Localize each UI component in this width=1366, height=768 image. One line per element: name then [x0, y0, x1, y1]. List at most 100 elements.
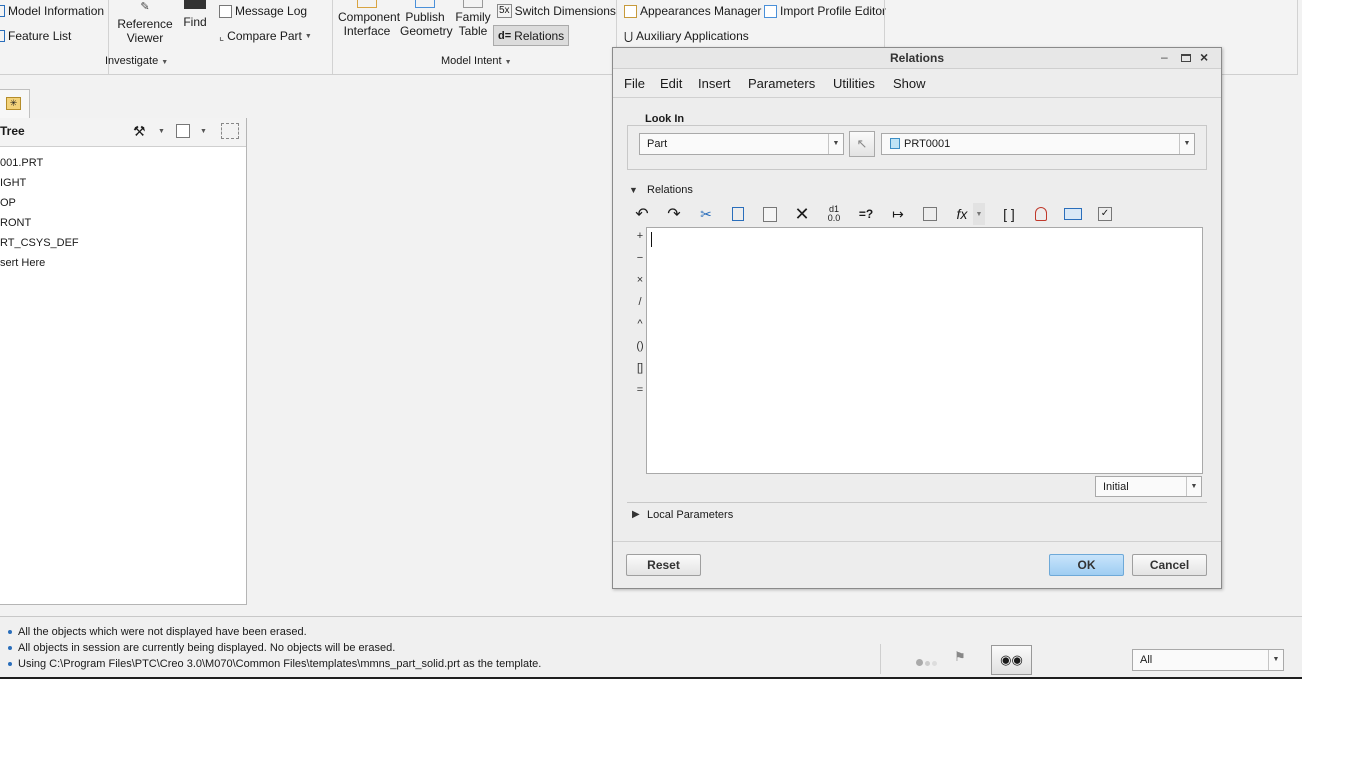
auxiliary-applications-button[interactable]: ⋃ Auxiliary Applications — [624, 29, 749, 43]
operator-minus[interactable]: − — [633, 252, 647, 264]
dialog-title-bar[interactable]: Relations – × — [613, 48, 1221, 69]
compare-part-label: Compare Part — [227, 29, 302, 43]
ribbon-divider — [332, 0, 333, 74]
compare-part-icon: ⌞ — [219, 30, 225, 43]
verify-relations-icon[interactable]: ✓ — [1093, 203, 1117, 225]
show-dimension-icon[interactable] — [918, 203, 942, 225]
function-icon[interactable]: fx — [950, 203, 974, 225]
cut-icon[interactable]: ✂ — [694, 203, 718, 225]
feature-list-button[interactable]: Feature List — [0, 29, 71, 43]
message-line: All the objects which were not displayed… — [8, 626, 307, 638]
settings-icon[interactable]: ⚒ — [133, 123, 146, 140]
menu-utilities[interactable]: Utilities — [833, 76, 875, 91]
component-interface-button[interactable]: Component Interface — [338, 0, 401, 38]
import-profile-editor-button[interactable]: Import Profile Editor — [764, 4, 886, 18]
folder-browser-tab[interactable]: ✳ — [0, 89, 30, 118]
relations-button[interactable]: d= Relations — [493, 25, 570, 46]
look-in-type-dropdown[interactable]: Part ▼ — [639, 133, 844, 155]
close-icon[interactable]: × — [1200, 49, 1208, 65]
import-profile-editor-label: Import Profile Editor — [780, 4, 887, 18]
compare-part-button[interactable]: ⌞ Compare Part ▼ — [219, 29, 312, 43]
sort-relations-icon[interactable] — [1061, 203, 1085, 225]
paste-icon[interactable] — [758, 203, 782, 225]
maximize-icon[interactable] — [1181, 54, 1191, 62]
tree-item-top[interactable]: OP — [0, 197, 16, 209]
reset-button[interactable]: Reset — [626, 554, 701, 576]
local-parameters-label[interactable]: Local Parameters — [647, 509, 733, 521]
find-button[interactable]: Find — [180, 0, 210, 29]
operator-equals[interactable]: = — [633, 384, 647, 396]
look-in-label: Look In — [641, 113, 689, 125]
reference-viewer-button[interactable]: ✎ Reference Viewer — [116, 0, 174, 45]
bullet-icon — [8, 646, 12, 651]
chevron-down-icon: ▼ — [1179, 134, 1194, 154]
operator-brackets[interactable]: [] — [633, 362, 647, 374]
minimize-icon[interactable]: – — [1161, 50, 1168, 64]
component-interface-label-1: Component — [338, 10, 401, 24]
tree-item-right[interactable]: IGHT — [0, 177, 26, 189]
bullet-icon — [8, 630, 12, 635]
model-tree-panel — [0, 118, 247, 605]
operator-multiply[interactable]: × — [633, 274, 647, 286]
tree-filter-icon[interactable] — [221, 123, 239, 139]
look-in-model-dropdown[interactable]: PRT0001 ▼ — [881, 133, 1195, 155]
operator-power[interactable]: ^ — [633, 318, 647, 330]
message-log-icon — [219, 4, 232, 18]
menu-edit[interactable]: Edit — [660, 76, 682, 91]
publish-geometry-button[interactable]: Publish Geometry — [400, 0, 453, 38]
status-divider — [880, 644, 881, 674]
delete-icon[interactable]: ✕ — [790, 203, 814, 225]
chevron-down-icon[interactable]: ▼ — [200, 128, 207, 135]
menu-file[interactable]: File — [624, 76, 645, 91]
select-pointer-button[interactable]: ↖ — [849, 131, 875, 157]
list-icon — [0, 30, 5, 42]
evaluate-icon[interactable]: =? — [854, 203, 878, 225]
operator-divide[interactable]: / — [633, 296, 647, 308]
dimension-icon[interactable]: ↦ — [886, 203, 910, 225]
appearances-manager-button[interactable]: Appearances Manager — [624, 4, 761, 18]
tree-item-insert-here[interactable]: sert Here — [0, 257, 45, 269]
ok-button[interactable]: OK — [1049, 554, 1124, 576]
tree-item-csys[interactable]: RT_CSYS_DEF — [0, 237, 79, 249]
collapse-triangle-icon[interactable]: ▼ — [629, 185, 638, 195]
insert-number-icon[interactable]: d1 0.0 — [822, 203, 846, 225]
menu-parameters[interactable]: Parameters — [748, 76, 815, 91]
model-intent-group-label[interactable]: Model Intent ▼ — [441, 55, 512, 67]
appearances-manager-label: Appearances Manager — [640, 4, 762, 18]
family-table-label-2: Table — [458, 24, 488, 38]
find-label: Find — [183, 15, 207, 29]
cancel-button[interactable]: Cancel — [1132, 554, 1207, 576]
message-log-button[interactable]: Message Log — [219, 4, 307, 18]
chevron-down-icon[interactable]: ▼ — [158, 128, 165, 135]
undo-icon[interactable]: ↶ — [630, 203, 654, 225]
operator-plus[interactable]: + — [633, 230, 647, 242]
unit-sensitive-icon[interactable] — [1029, 203, 1053, 225]
chevron-down-icon[interactable]: ▼ — [973, 203, 985, 225]
menu-divider — [613, 97, 1221, 98]
menu-show[interactable]: Show — [893, 76, 926, 91]
text-cursor — [651, 232, 652, 247]
brackets-icon[interactable]: [ ] — [997, 203, 1021, 225]
tree-item-front[interactable]: RONT — [0, 217, 31, 229]
footer-divider — [613, 541, 1221, 542]
find-binoculars-button[interactable]: ◉◉ — [991, 645, 1032, 675]
cursor-arrow-icon: ↖ — [856, 136, 868, 151]
flag-icon[interactable]: ⚑ — [954, 649, 966, 665]
menu-insert[interactable]: Insert — [698, 76, 731, 91]
component-interface-icon — [357, 0, 377, 8]
selection-filter-dropdown[interactable]: All ▼ — [1132, 649, 1284, 671]
investigate-group-label[interactable]: Investigate ▼ — [105, 55, 168, 67]
publish-geometry-label-2: Geometry — [400, 24, 453, 38]
switch-dimensions-button[interactable]: 5x Switch Dimensions — [497, 4, 616, 18]
copy-icon[interactable] — [726, 203, 750, 225]
family-table-button[interactable]: Family Table — [454, 0, 492, 38]
relations-editor[interactable] — [646, 227, 1203, 474]
sort-order-dropdown[interactable]: Initial ▼ — [1095, 476, 1202, 497]
model-information-button[interactable]: Model Information — [0, 4, 104, 18]
message-line: All objects in session are currently bei… — [8, 642, 395, 654]
expand-triangle-icon[interactable]: ▶ — [632, 509, 640, 520]
operator-parentheses[interactable]: () — [633, 340, 647, 352]
tree-item-part[interactable]: 001.PRT — [0, 157, 43, 169]
redo-icon[interactable]: ↷ — [662, 203, 686, 225]
show-icon[interactable] — [176, 124, 190, 138]
